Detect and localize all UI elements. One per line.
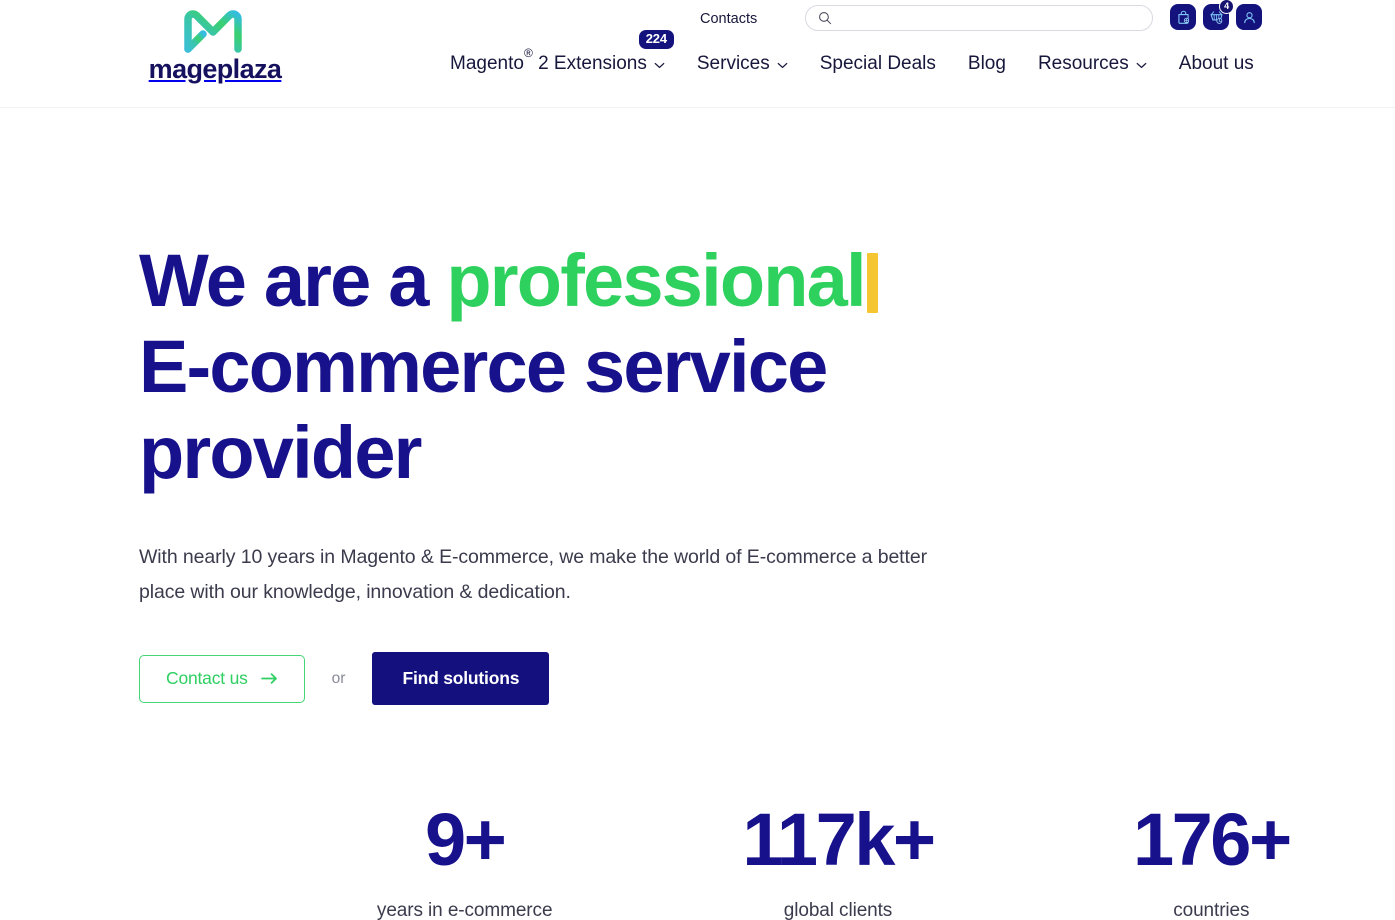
nav-label-about-us: About us (1178, 53, 1254, 74)
site-header: mageplaza Contacts 4 Magento® 2 Extensio… (0, 0, 1395, 108)
contact-us-button[interactable]: Contact us (139, 654, 305, 703)
nav-label-services: Services (696, 53, 770, 74)
nav-item-special-deals[interactable]: Special Deals (820, 54, 936, 73)
nav-item-about-us[interactable]: About us (1179, 54, 1254, 73)
stat-value: 9+ (424, 798, 507, 881)
search-icon (819, 12, 832, 25)
logo-link[interactable]: mageplaza (140, 8, 290, 94)
chevron-down-icon (777, 62, 788, 68)
cta-separator: or (331, 669, 346, 687)
stat-item: 176+ countries (1025, 800, 1395, 920)
hero-headline: We are a professional E-commerce service… (139, 238, 1039, 496)
stat-value: 117k+ (742, 798, 936, 881)
arrow-right-icon (260, 673, 277, 684)
hero-cta-row: Contact us or Find solutions (139, 652, 1395, 705)
headline-highlight: professional (446, 239, 866, 322)
stats-section: 9+ years in e-commerce 117k+ global clie… (278, 800, 1395, 920)
cart-count-badge: 4 (1219, 0, 1234, 14)
chevron-down-icon (1136, 62, 1147, 68)
nav-label-special-deals: Special Deals (819, 53, 936, 74)
chevron-down-icon (654, 62, 665, 68)
search-box[interactable] (805, 5, 1153, 31)
mageplaza-m-logo-icon (184, 10, 242, 53)
stat-label: countries (1173, 900, 1250, 920)
stat-label: global clients (783, 900, 893, 920)
stat-item: 117k+ global clients (651, 800, 1024, 920)
stat-label: years in e-commerce (376, 900, 553, 920)
contacts-link[interactable]: Contacts (700, 11, 757, 27)
bag-icon (1177, 10, 1189, 24)
find-solutions-button[interactable]: Find solutions (372, 652, 550, 705)
nav-label-resources: Resources (1037, 53, 1129, 74)
header-utility-row: Contacts 4 (700, 0, 1395, 33)
header-icon-group: 4 (1170, 0, 1262, 30)
registered-mark: ® (523, 45, 533, 60)
nav-label-blog: Blog (967, 53, 1006, 74)
extensions-count-badge: 224 (638, 30, 674, 49)
nav-item-magento-2-extensions[interactable]: Magento® 2 Extensions 224 (450, 30, 674, 74)
search-input[interactable] (839, 6, 1142, 30)
nav-item-services[interactable]: Services (697, 54, 788, 73)
headline-part-2: E-commerce service provider (139, 325, 828, 494)
logo-wordmark: mageplaza (148, 54, 282, 84)
typing-caret (866, 253, 878, 313)
cart-icon-button[interactable]: 4 (1203, 0, 1234, 30)
main-navigation: Magento® 2 Extensions 224 Services Speci… (450, 30, 1254, 74)
user-icon (1243, 11, 1255, 23)
hero-section: We are a professional E-commerce service… (0, 108, 1395, 920)
nav-label-magento: Magento® 2 Extensions (450, 45, 647, 74)
stat-item: 9+ years in e-commerce (278, 800, 651, 920)
nav-item-resources[interactable]: Resources (1038, 54, 1147, 73)
headline-part-1: We are a (139, 239, 447, 322)
nav-item-blog[interactable]: Blog (968, 54, 1006, 73)
contact-us-label: Contact us (166, 668, 248, 688)
bag-icon-button[interactable] (1170, 4, 1196, 30)
stat-value: 176+ (1132, 798, 1292, 881)
hero-subtitle: With nearly 10 years in Magento & E-comm… (139, 546, 927, 603)
user-icon-button[interactable] (1236, 4, 1262, 30)
